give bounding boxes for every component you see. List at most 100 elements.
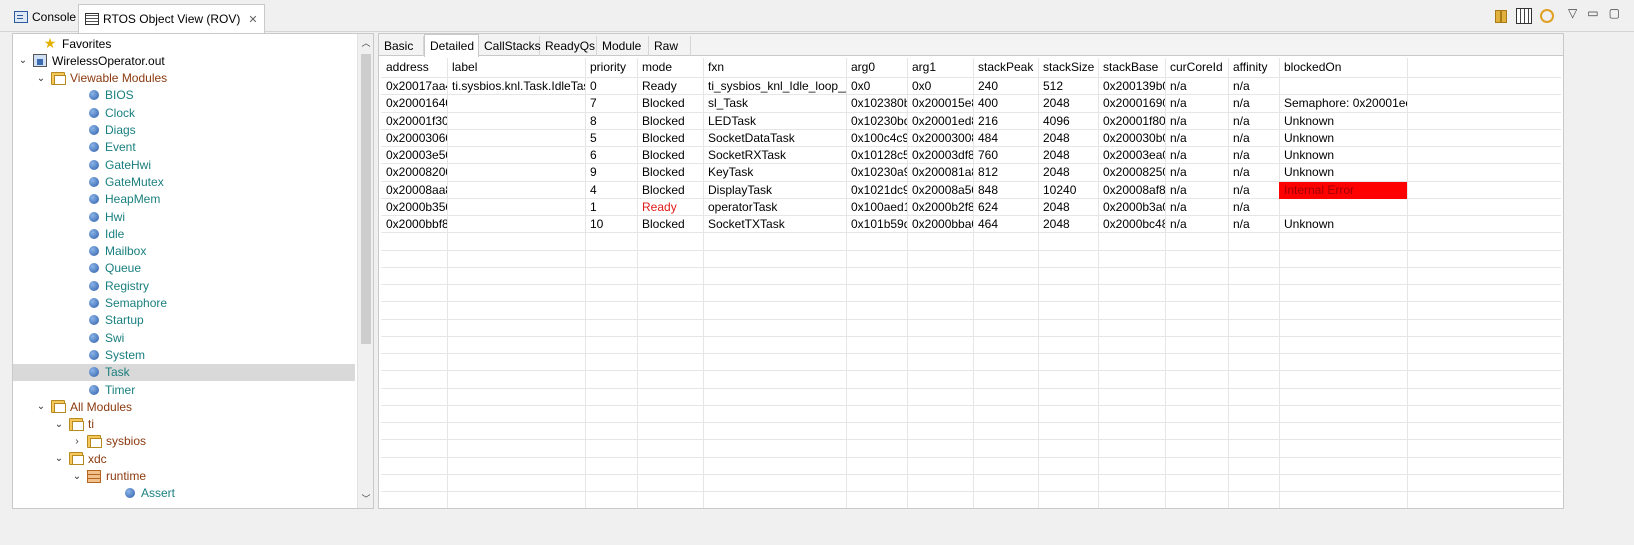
table-cell-affinity[interactable]: n/a	[1228, 164, 1279, 181]
table-cell-stackpeak[interactable]: 624	[973, 199, 1038, 216]
table-cell-label[interactable]	[447, 130, 585, 147]
tree-item-diags[interactable]: Diags	[13, 122, 355, 139]
table-cell-stackpeak[interactable]: 484	[973, 130, 1038, 147]
table-cell-arg1[interactable]: 0x20003df8	[907, 147, 973, 164]
table-cell-mode[interactable]: Blocked	[637, 130, 703, 147]
expand-down-icon[interactable]: ⌄	[35, 73, 47, 84]
maximize-icon[interactable]: ▢	[1609, 6, 1620, 20]
column-header-fxn[interactable]: fxn	[703, 59, 846, 76]
tab-readyqs[interactable]: ReadyQs	[540, 36, 597, 56]
table-cell-stackbase[interactable]: 0x20001690	[1098, 95, 1165, 112]
table-cell-priority[interactable]: 8	[585, 113, 637, 130]
table-cell-stacksize[interactable]: 2048	[1038, 147, 1098, 164]
table-cell-affinity[interactable]: n/a	[1228, 182, 1279, 199]
table-cell-label[interactable]	[447, 199, 585, 216]
expand-down-icon[interactable]: ⌄	[53, 453, 65, 464]
table-cell-arg0[interactable]: 0x1021dc9	[846, 182, 907, 199]
tab-module[interactable]: Module	[597, 36, 649, 56]
tree-item-viewable-modules[interactable]: ⌄ Viewable Modules	[13, 70, 355, 87]
expand-down-icon[interactable]: ⌄	[35, 401, 47, 412]
table-cell-label[interactable]: ti.sysbios.knl.Task.IdleTask	[447, 78, 585, 95]
column-header-priority[interactable]: priority	[585, 59, 637, 76]
table-cell-curcoreid[interactable]: n/a	[1165, 130, 1228, 147]
tree-item-program[interactable]: ⌄ WirelessOperator.out	[13, 52, 355, 69]
column-header-arg1[interactable]: arg1	[907, 59, 973, 76]
table-cell-stackpeak[interactable]: 216	[973, 113, 1038, 130]
table-cell-priority[interactable]: 6	[585, 147, 637, 164]
table-cell-arg1[interactable]: 0x200081a8	[907, 164, 973, 181]
tree-item-sysbios[interactable]: › sysbios	[13, 433, 355, 450]
scroll-up-icon[interactable]: ︿	[358, 36, 373, 49]
tree-item-timer[interactable]: Timer	[13, 381, 355, 398]
tree-item-queue[interactable]: Queue	[13, 260, 355, 277]
table-cell-blockedon[interactable]: Internal Error	[1279, 181, 1407, 199]
tree-item-bios[interactable]: BIOS	[13, 87, 355, 104]
table-cell-affinity[interactable]: n/a	[1228, 78, 1279, 95]
rov-tab[interactable]: RTOS Object View (ROV) ✕	[78, 4, 265, 33]
table-cell-arg1[interactable]: 0x200015e8	[907, 95, 973, 112]
table-cell-curcoreid[interactable]: n/a	[1165, 78, 1228, 95]
table-cell-label[interactable]	[447, 95, 585, 112]
table-cell-blockedon[interactable]	[1279, 78, 1407, 95]
table-cell-priority[interactable]: 4	[585, 182, 637, 199]
table-cell-fxn[interactable]: LEDTask	[703, 113, 846, 130]
table-cell-affinity[interactable]: n/a	[1228, 113, 1279, 130]
table-cell-curcoreid[interactable]: n/a	[1165, 147, 1228, 164]
tree-item-gatemutex[interactable]: GateMutex	[13, 173, 355, 190]
table-cell-stacksize[interactable]: 2048	[1038, 199, 1098, 216]
table-cell-stacksize[interactable]: 2048	[1038, 130, 1098, 147]
console-tab[interactable]: Console	[8, 4, 82, 30]
table-cell-stackbase[interactable]: 0x200030b0	[1098, 130, 1165, 147]
table-cell-arg0[interactable]: 0x10128c5	[846, 147, 907, 164]
view-menu-icon[interactable]: ▽	[1568, 6, 1577, 20]
table-cell-stackpeak[interactable]: 240	[973, 78, 1038, 95]
table-cell-address[interactable]: 0x20017aa4	[381, 78, 447, 95]
tab-raw[interactable]: Raw	[649, 36, 691, 56]
table-cell-mode[interactable]: Blocked	[637, 147, 703, 164]
table-cell-stackpeak[interactable]: 760	[973, 147, 1038, 164]
table-cell-address[interactable]: 0x2000b350	[381, 199, 447, 216]
table-cell-address[interactable]: 0x20003e50	[381, 147, 447, 164]
tree-item-xdc[interactable]: ⌄ xdc	[13, 450, 355, 467]
table-cell-mode[interactable]: Blocked	[637, 182, 703, 199]
table-cell-address[interactable]: 0x20008200	[381, 164, 447, 181]
tab-callstacks[interactable]: CallStacks	[479, 36, 541, 56]
table-cell-arg1[interactable]: 0x2000b2f8	[907, 199, 973, 216]
table-cell-stackpeak[interactable]: 812	[973, 164, 1038, 181]
table-cell-mode[interactable]: Blocked	[637, 164, 703, 181]
table-cell-priority[interactable]: 10	[585, 216, 637, 233]
table-cell-stackbase[interactable]: 0x200139b0	[1098, 78, 1165, 95]
pause-icon[interactable]	[1492, 8, 1508, 24]
tree-item-gatehwi[interactable]: GateHwi	[13, 156, 355, 173]
table-cell-stackbase[interactable]: 0x20003ea0	[1098, 147, 1165, 164]
table-cell-arg0[interactable]: 0x102380b	[846, 95, 907, 112]
table-cell-priority[interactable]: 7	[585, 95, 637, 112]
tree-item-registry[interactable]: Registry	[13, 277, 355, 294]
table-cell-stacksize[interactable]: 2048	[1038, 216, 1098, 233]
table-cell-mode[interactable]: Ready	[637, 199, 703, 216]
table-cell-stacksize[interactable]: 2048	[1038, 95, 1098, 112]
scroll-down-icon[interactable]: ﹀	[358, 492, 373, 505]
table-cell-fxn[interactable]: operatorTask	[703, 199, 846, 216]
table-cell-arg1[interactable]: 0x20008a50	[907, 182, 973, 199]
table-cell-address[interactable]: 0x2000bbf8	[381, 216, 447, 233]
tree-item-runtime[interactable]: ⌄ runtime	[13, 468, 355, 485]
table-cell-mode[interactable]: Blocked	[637, 113, 703, 130]
refresh-icon[interactable]	[1540, 9, 1554, 23]
column-header-address[interactable]: address	[381, 59, 447, 76]
table-cell-fxn[interactable]: sl_Task	[703, 95, 846, 112]
table-cell-curcoreid[interactable]: n/a	[1165, 199, 1228, 216]
column-header-stackpeak[interactable]: stackPeak	[973, 59, 1038, 76]
tree-item-clock[interactable]: Clock	[13, 104, 355, 121]
table-cell-label[interactable]	[447, 113, 585, 130]
table-cell-affinity[interactable]: n/a	[1228, 147, 1279, 164]
table-view-icon[interactable]	[1516, 8, 1532, 24]
column-header-affinity[interactable]: affinity	[1228, 59, 1279, 76]
table-cell-blockedon[interactable]: Unknown	[1279, 164, 1407, 181]
scrollbar-thumb[interactable]	[361, 54, 371, 344]
table-cell-curcoreid[interactable]: n/a	[1165, 182, 1228, 199]
table-cell-stackbase[interactable]: 0x20008250	[1098, 164, 1165, 181]
column-header-blockedon[interactable]: blockedOn	[1279, 59, 1407, 76]
tab-detailed[interactable]: Detailed	[424, 34, 479, 57]
expand-right-icon[interactable]: ›	[71, 436, 83, 447]
